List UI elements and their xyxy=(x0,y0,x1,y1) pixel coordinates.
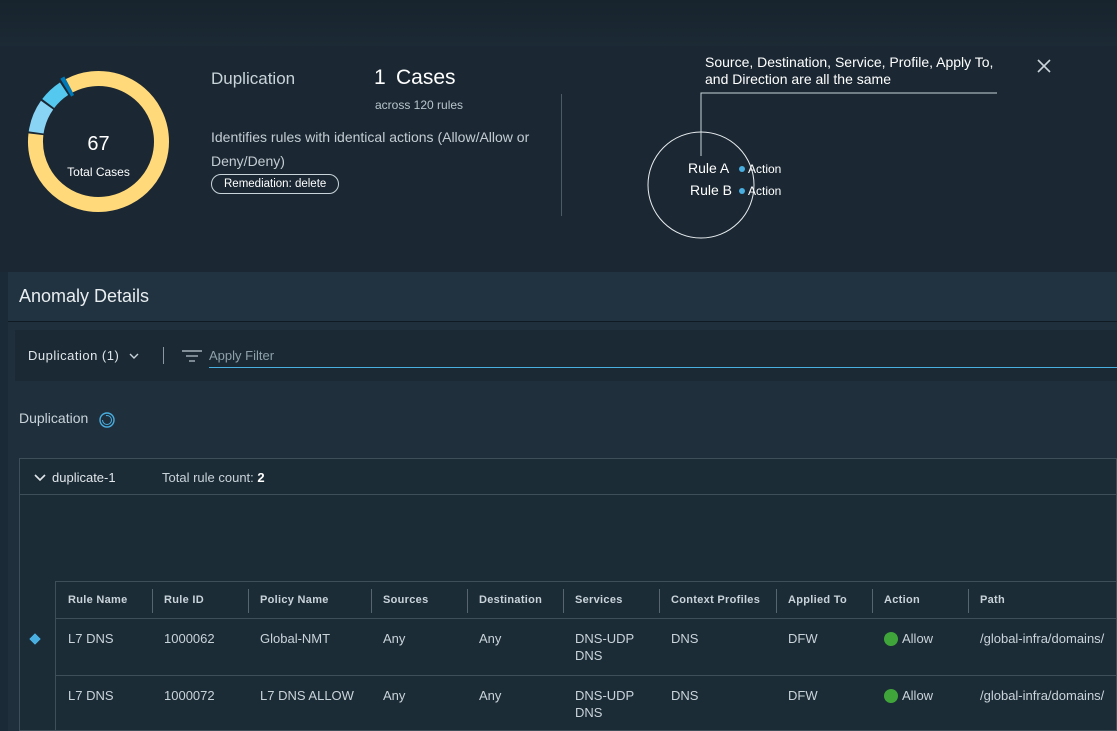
rule-b-dot xyxy=(739,188,745,194)
cell-services: DNS-UDP DNS xyxy=(563,630,634,664)
service-item: DNS-UDP xyxy=(575,631,635,646)
category-filter-dropdown[interactable]: Duplication (1) xyxy=(28,348,139,363)
remediation-badge: Remediation: delete xyxy=(211,174,340,194)
duplication-diagram: Rule A Rule B Action Action xyxy=(647,92,997,239)
col-path[interactable]: Path xyxy=(968,582,1005,618)
cell-path: /global-infra/domains/ xyxy=(980,688,1105,703)
group-count-value: 2 xyxy=(257,470,265,485)
filter-icon xyxy=(182,350,202,362)
cell-action: Allow xyxy=(872,687,933,704)
cell-policy-name: Global-NMT xyxy=(260,631,331,646)
category-description: Identifies rules with identical actions … xyxy=(211,129,530,169)
rule-b-label: Rule B xyxy=(690,182,732,198)
total-cases-number: 67 xyxy=(87,133,110,155)
group-count: Total rule count: 2 xyxy=(162,470,265,485)
cell-path: /global-infra/domains/ xyxy=(980,631,1105,646)
cell-action: Allow xyxy=(872,630,933,647)
col-action[interactable]: Action xyxy=(872,582,920,618)
loading-spinner-icon xyxy=(99,412,115,428)
rule-a-action: Action xyxy=(748,162,781,176)
duplicate-group: duplicate-1 Total rule count: 2 Rule Nam… xyxy=(19,458,1117,731)
table-row[interactable]: L7 DNS 1000062 Global-NMT Any Any DNS-UD… xyxy=(56,619,1117,676)
rules-table: Rule Name Rule ID Policy Name Sources De… xyxy=(55,581,1117,731)
category-filter-label: Duplication (1) xyxy=(28,348,120,363)
filter-separator xyxy=(163,347,164,364)
cell-context-profiles: DNS xyxy=(671,631,699,646)
anomaly-details-body: Duplication (1) Duplication duplicate-1 … xyxy=(8,322,1117,731)
col-sources[interactable]: Sources xyxy=(371,582,429,618)
action-label: Allow xyxy=(902,631,934,646)
total-cases-label: Total Cases xyxy=(67,165,130,179)
cell-policy-name: L7 DNS ALLOW xyxy=(260,688,354,703)
cell-destination: Any xyxy=(479,688,502,703)
cell-destination: Any xyxy=(479,631,502,646)
col-applied-to[interactable]: Applied To xyxy=(776,582,847,618)
service-item: DNS xyxy=(575,648,603,663)
vertical-divider xyxy=(561,94,562,216)
cell-applied-to: DFW xyxy=(788,631,818,646)
service-item: DNS-UDP xyxy=(575,688,635,703)
allow-status-icon xyxy=(884,689,898,703)
cases-word: Cases xyxy=(396,66,456,89)
rule-a-label: Rule A xyxy=(688,160,730,176)
col-rule-id[interactable]: Rule ID xyxy=(152,582,204,618)
col-destination[interactable]: Destination xyxy=(467,582,542,618)
chevron-down-icon[interactable] xyxy=(34,471,46,483)
cell-rule-name: L7 DNS xyxy=(68,688,114,703)
col-policy-name[interactable]: Policy Name xyxy=(248,582,329,618)
rule-a-dot xyxy=(739,166,745,172)
cell-context-profiles: DNS xyxy=(671,688,699,703)
diagram-leader-line xyxy=(700,92,997,156)
allow-status-icon xyxy=(884,632,898,646)
filter-bar: Duplication (1) xyxy=(15,330,1117,381)
cases-subtitle: across 120 rules xyxy=(375,98,464,112)
diagram-note: Source, Destination, Service, Profile, A… xyxy=(705,54,994,87)
cell-services: DNS-UDP DNS xyxy=(563,687,634,721)
category-title: Duplication xyxy=(211,69,296,88)
table-row[interactable]: L7 DNS 1000072 L7 DNS ALLOW Any Any DNS-… xyxy=(56,676,1117,731)
rule-b-action: Action xyxy=(748,184,781,198)
service-item: DNS xyxy=(575,705,603,720)
action-label: Allow xyxy=(902,688,934,703)
cell-sources: Any xyxy=(383,688,406,703)
chevron-down-icon xyxy=(129,353,139,359)
col-services[interactable]: Services xyxy=(563,582,623,618)
summary-panel: 67 Total Cases Duplication 1 Cases acros… xyxy=(0,0,1117,272)
total-cases-donut: 67 Total Cases xyxy=(21,64,176,219)
cell-rule-id: 1000062 xyxy=(164,631,215,646)
cases-count: 1 xyxy=(374,66,386,89)
cell-rule-id: 1000072 xyxy=(164,688,215,703)
cell-applied-to: DFW xyxy=(788,688,818,703)
group-count-label: Total rule count: xyxy=(162,470,254,485)
col-context-profiles[interactable]: Context Profiles xyxy=(659,582,760,618)
anomaly-details-title: Anomaly Details xyxy=(19,286,150,306)
close-icon[interactable] xyxy=(1034,56,1054,76)
cell-sources: Any xyxy=(383,631,406,646)
cell-rule-name: L7 DNS xyxy=(68,631,114,646)
group-header[interactable]: duplicate-1 Total rule count: 2 xyxy=(20,459,1117,495)
section-label: Duplication xyxy=(19,410,89,426)
group-name: duplicate-1 xyxy=(52,470,116,485)
header-texture xyxy=(0,0,1117,46)
col-rule-name[interactable]: Rule Name xyxy=(56,582,128,618)
diamond-icon xyxy=(29,633,41,645)
anomaly-details-header: Anomaly Details xyxy=(8,272,1117,322)
apply-filter-input[interactable] xyxy=(209,343,1117,368)
table-header-row: Rule Name Rule ID Policy Name Sources De… xyxy=(56,582,1117,619)
